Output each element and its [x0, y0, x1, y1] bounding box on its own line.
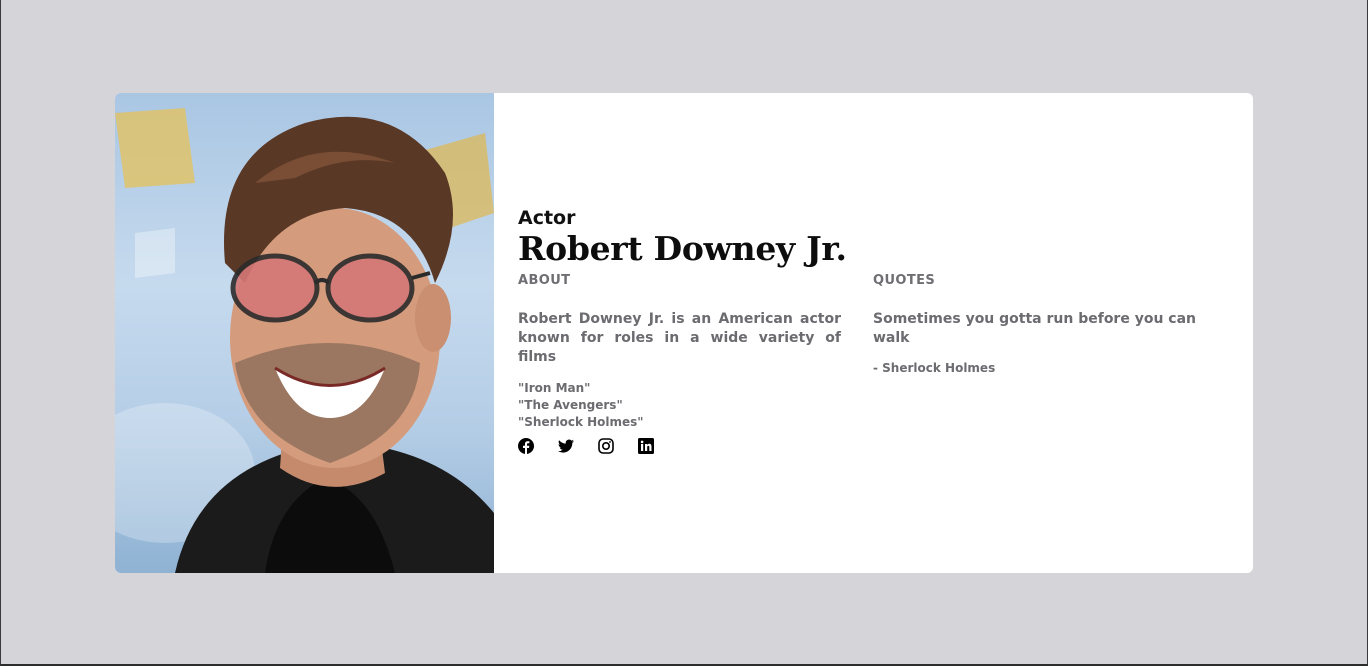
about-heading: ABOUT	[518, 273, 571, 288]
profile-name: Robert Downey Jr.	[518, 229, 847, 268]
linkedin-icon[interactable]	[638, 438, 654, 454]
quotes-section: QUOTES Sometimes you gotta run before yo…	[873, 273, 1233, 375]
social-links	[518, 438, 654, 454]
about-text: Robert Downey Jr. is an American actor k…	[518, 311, 841, 365]
profile-card: Actor Robert Downey Jr. ABOUT Robert Dow…	[115, 93, 1253, 573]
portrait-illustration	[115, 108, 494, 573]
quotes-heading: QUOTES	[873, 273, 936, 288]
quote-author: - Sherlock Holmes	[873, 361, 996, 375]
facebook-icon[interactable]	[518, 438, 534, 454]
film-item: "The Avengers"	[518, 398, 623, 412]
twitter-icon[interactable]	[558, 438, 574, 454]
profile-content: Actor Robert Downey Jr. ABOUT Robert Dow…	[494, 93, 1253, 573]
instagram-icon[interactable]	[598, 438, 614, 454]
quote-text: Sometimes you gotta run before you can w…	[873, 311, 1197, 346]
profile-photo	[115, 93, 494, 573]
about-section: ABOUT Robert Downey Jr. is an American a…	[518, 273, 841, 431]
film-item: "Iron Man"	[518, 381, 591, 395]
film-item: "Sherlock Holmes"	[518, 415, 644, 429]
profile-role: Actor	[518, 207, 576, 229]
films-list: "Iron Man" "The Avengers" "Sherlock Holm…	[518, 380, 841, 431]
